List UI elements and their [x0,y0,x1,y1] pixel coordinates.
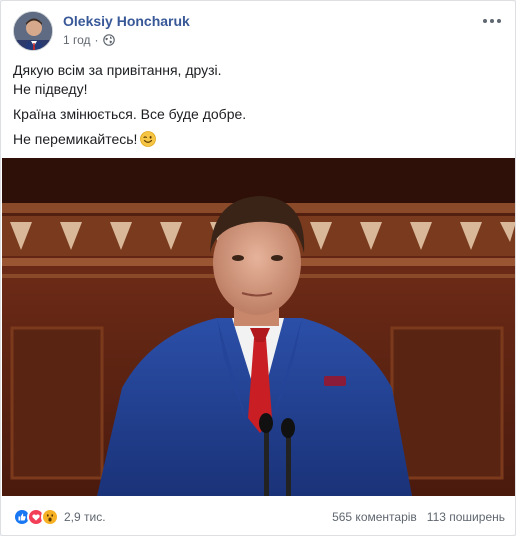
reactions-summary[interactable]: 2,9 тис. [13,508,106,526]
meta-separator: · [94,33,99,47]
post-header: Oleksiy Honcharuk 1 год · [13,11,503,53]
post-photo[interactable] [2,158,515,496]
more-dots-icon [483,19,501,23]
shares-link[interactable]: 113 поширень [427,510,505,524]
globe-icon[interactable] [102,34,115,46]
author-name[interactable]: Oleksiy Honcharuk [63,13,190,29]
reaction-count[interactable]: 2,9 тис. [64,510,106,524]
wow-icon [41,508,59,526]
post-timestamp[interactable]: 1 год [63,33,91,47]
post-meta: 1 год · [63,33,115,47]
post-line-with-emoji: Не перемикайтесь! [13,130,503,149]
more-options-button[interactable] [481,13,503,29]
post-card: Oleksiy Honcharuk 1 год · Дякую всім за [0,0,516,536]
post-footer: 2,9 тис. 565 коментарів 113 поширень [13,505,505,529]
post-line: Не перемикайтесь! [13,131,138,147]
author-avatar[interactable] [13,11,53,51]
post-line: Не підведу! [13,81,88,97]
post-body: Дякую всім за привітання, друзі. Не підв… [13,61,503,155]
winking-face-emoji [140,131,157,147]
comments-link[interactable]: 565 коментарів [332,510,417,524]
post-line: Країна змінюється. Все буде добре. [13,106,247,122]
post-line: Дякую всім за привітання, друзі. [13,62,222,78]
